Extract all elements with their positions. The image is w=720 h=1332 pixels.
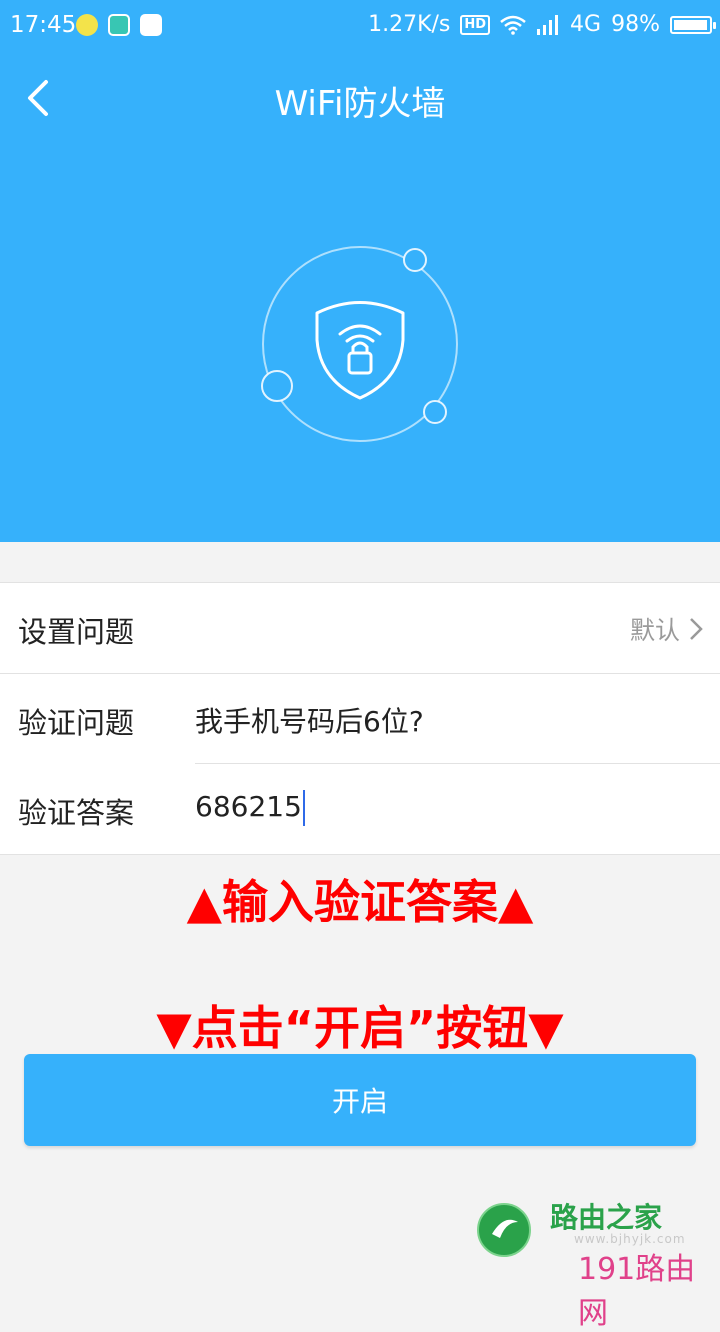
signal-icon (537, 14, 559, 35)
notification-wechat-icon (76, 14, 98, 36)
verify-answer-row[interactable]: 验证答案 686215 (0, 764, 720, 854)
status-bar: 17:45 1.27K/s HD 4G 98% (0, 0, 720, 52)
watermark-logo-icon (477, 1203, 531, 1257)
header-banner: 17:45 1.27K/s HD 4G 98% WiFi防火墙 (0, 0, 720, 542)
set-question-value: 默认 (629, 616, 680, 645)
annotation-enter-answer: ▲输入验证答案▲ (186, 875, 534, 929)
text-cursor (302, 790, 305, 826)
verify-question-row[interactable]: 验证问题 我手机号码后6位? (0, 673, 720, 764)
verify-question-label: 验证问题 (18, 706, 135, 740)
chevron-right-icon (690, 618, 703, 640)
set-question-selector[interactable]: 默认 (630, 611, 704, 647)
notification-scan-icon (108, 14, 130, 36)
watermark-site: 191路由网 (578, 1252, 696, 1331)
page-title: WiFi防火墙 (274, 84, 446, 124)
verify-answer-field[interactable]: 686215 (195, 790, 305, 826)
set-question-row[interactable]: 设置问题 默认 (0, 582, 720, 673)
hd-badge: HD (460, 14, 491, 35)
wifi-icon (500, 15, 526, 35)
verify-answer-value: 686215 (195, 790, 302, 823)
status-time: 17:45 (10, 12, 77, 38)
verify-question-field[interactable]: 我手机号码后6位? (195, 700, 424, 740)
battery-fill (674, 19, 707, 30)
watermark: 路由之家 www.bjhyjk.com 191路由网 (470, 1196, 720, 1331)
verify-answer-label: 验证答案 (18, 796, 135, 830)
set-question-label: 设置问题 (18, 615, 135, 649)
notification-app-icon (140, 14, 162, 36)
battery-percent: 98% (611, 12, 660, 37)
network-type: 4G (570, 12, 602, 37)
net-speed: 1.27K/s (368, 12, 451, 37)
enable-button[interactable]: 开启 (24, 1054, 696, 1146)
status-right: 1.27K/s HD 4G 98% (368, 12, 716, 37)
annotation-tap-enable: ▼点击“开启”按钮▼ (156, 1001, 564, 1055)
watermark-brand: 路由之家 (550, 1201, 663, 1234)
battery-icon (670, 15, 716, 34)
app-bar: WiFi防火墙 (0, 52, 720, 148)
security-question-form: 设置问题 默认 验证问题 我手机号码后6位? 验证答案 686215 (0, 582, 720, 855)
shield-lock-icon (261, 246, 458, 442)
